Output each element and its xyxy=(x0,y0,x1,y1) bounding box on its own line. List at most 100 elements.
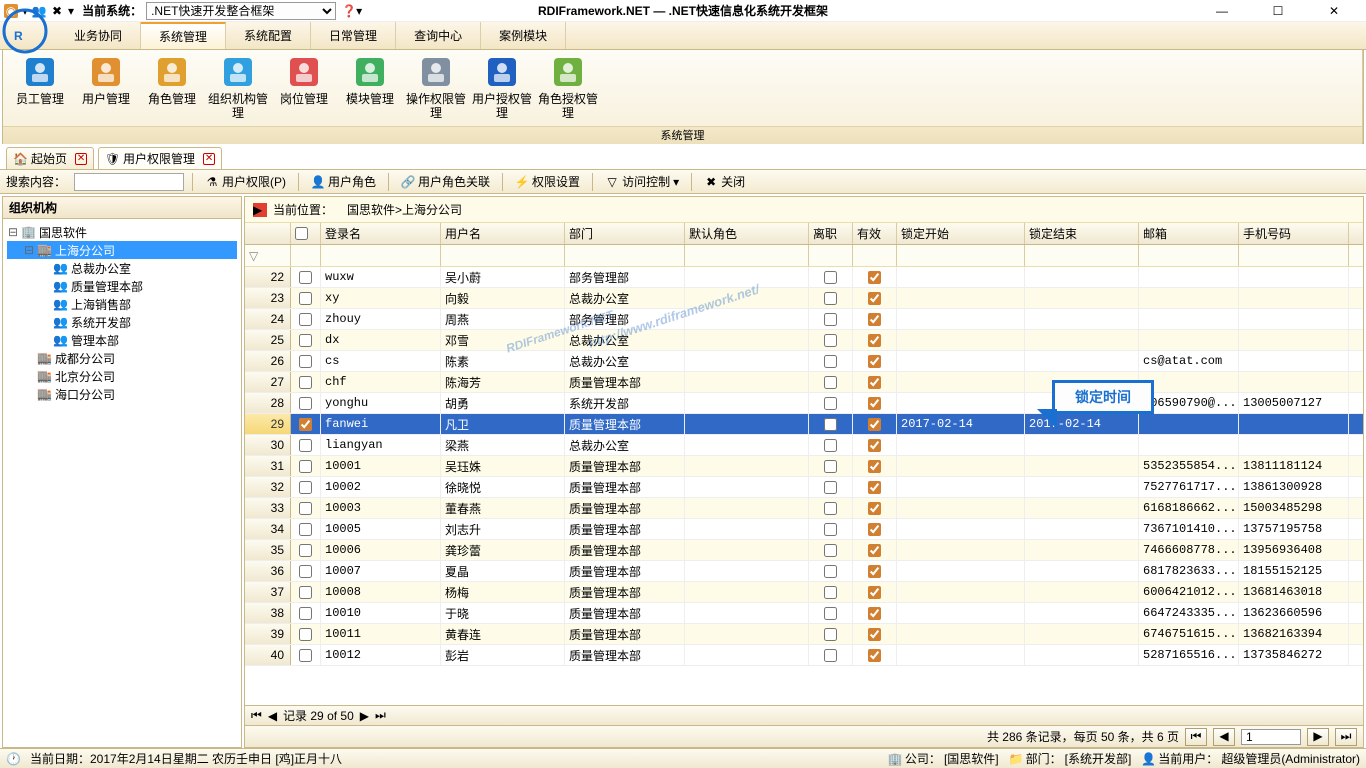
col-header-6[interactable]: 离职 xyxy=(809,223,853,244)
filter-cell-5[interactable] xyxy=(685,245,809,266)
leave-checkbox[interactable] xyxy=(824,418,837,431)
valid-checkbox[interactable] xyxy=(868,481,881,494)
tree-node[interactable]: 👥上海销售部 xyxy=(7,295,237,313)
qa-tools-icon[interactable]: ✖ xyxy=(50,4,64,18)
menu-3[interactable]: 日常管理 xyxy=(311,22,396,49)
leave-checkbox[interactable] xyxy=(824,376,837,389)
valid-checkbox[interactable] xyxy=(868,376,881,389)
row-checkbox[interactable] xyxy=(299,313,312,326)
nav-first-icon[interactable]: ⏮ xyxy=(251,708,262,723)
leave-checkbox[interactable] xyxy=(824,502,837,515)
valid-checkbox[interactable] xyxy=(868,586,881,599)
tool-funnel[interactable]: ▽访问控制 ▾ xyxy=(601,171,683,192)
col-header-9[interactable]: 锁定结束 xyxy=(1025,223,1139,244)
valid-checkbox[interactable] xyxy=(868,460,881,473)
tree-toggle-icon[interactable]: ⊟ xyxy=(23,243,35,257)
valid-checkbox[interactable] xyxy=(868,313,881,326)
row-checkbox[interactable] xyxy=(299,334,312,347)
col-header-0[interactable] xyxy=(245,223,291,244)
tree-node[interactable]: 👥质量管理本部 xyxy=(7,277,237,295)
leave-checkbox[interactable] xyxy=(824,628,837,641)
nav-last-icon[interactable]: ⏭ xyxy=(375,708,386,723)
tree-node[interactable]: 👥总裁办公室 xyxy=(7,259,237,277)
leave-checkbox[interactable] xyxy=(824,607,837,620)
col-header-11[interactable]: 手机号码 xyxy=(1239,223,1349,244)
row-checkbox[interactable] xyxy=(299,628,312,641)
nav-prev-icon[interactable]: ◀ xyxy=(268,709,277,723)
grid-body[interactable]: 22wuxw吴小蔚部务管理部23xy向毅总裁办公室24zhouy周燕部务管理部2… xyxy=(245,267,1363,705)
menu-2[interactable]: 系统配置 xyxy=(226,22,311,49)
row-checkbox[interactable] xyxy=(299,271,312,284)
ribbon-org[interactable]: 组织机构管理 xyxy=(205,52,271,124)
doc-tab-0[interactable]: 🏠起始页✕ xyxy=(6,147,94,169)
filter-cell-2[interactable] xyxy=(321,245,441,266)
filter-cell-3[interactable] xyxy=(441,245,565,266)
pager-page-input[interactable] xyxy=(1241,729,1301,745)
valid-checkbox[interactable] xyxy=(868,418,881,431)
ribbon-role[interactable]: 角色管理 xyxy=(139,52,205,124)
filter-cell-6[interactable] xyxy=(809,245,853,266)
leave-checkbox[interactable] xyxy=(824,460,837,473)
valid-checkbox[interactable] xyxy=(868,523,881,536)
table-row[interactable]: 3710008杨梅质量管理本部6006421012...13681463018 xyxy=(245,582,1363,603)
menu-1[interactable]: 系统管理 xyxy=(141,22,226,49)
nav-next-icon[interactable]: ▶ xyxy=(360,709,369,723)
table-row[interactable]: 3310003董春燕质量管理本部6168186662...15003485298 xyxy=(245,498,1363,519)
tree-node[interactable]: ⊟🏢国思软件 xyxy=(7,223,237,241)
leave-checkbox[interactable] xyxy=(824,586,837,599)
leave-checkbox[interactable] xyxy=(824,313,837,326)
menu-5[interactable]: 案例模块 xyxy=(481,22,566,49)
leave-checkbox[interactable] xyxy=(824,523,837,536)
pager-last[interactable]: ⏭ xyxy=(1335,728,1357,746)
pager-first[interactable]: ⏮ xyxy=(1185,728,1207,746)
row-checkbox[interactable] xyxy=(299,292,312,305)
row-checkbox[interactable] xyxy=(299,502,312,515)
row-checkbox[interactable] xyxy=(299,355,312,368)
table-row[interactable]: 26cs陈素总裁办公室cs@atat.com xyxy=(245,351,1363,372)
table-row[interactable]: 25dx邓雪总裁办公室 xyxy=(245,330,1363,351)
filter-cell-1[interactable] xyxy=(291,245,321,266)
row-checkbox[interactable] xyxy=(299,607,312,620)
valid-checkbox[interactable] xyxy=(868,292,881,305)
tool-link[interactable]: 🔗用户角色关联 xyxy=(397,171,494,192)
tree-toggle-icon[interactable]: ⊟ xyxy=(7,225,19,239)
table-row[interactable]: 29fanwei凡卫质量管理本部2017-02-142017-02-14 xyxy=(245,414,1363,435)
valid-checkbox[interactable] xyxy=(868,334,881,347)
leave-checkbox[interactable] xyxy=(824,649,837,662)
table-row[interactable]: 3910011黄春连质量管理本部6746751615...13682163394 xyxy=(245,624,1363,645)
leave-checkbox[interactable] xyxy=(824,439,837,452)
row-checkbox[interactable] xyxy=(299,544,312,557)
tool-close[interactable]: ✖关闭 xyxy=(700,171,749,192)
valid-checkbox[interactable] xyxy=(868,565,881,578)
col-header-7[interactable]: 有效 xyxy=(853,223,897,244)
doc-tab-1[interactable]: 🛡用户权限管理✕ xyxy=(98,147,222,169)
help-dd[interactable]: ▾ xyxy=(356,4,362,18)
tree-node[interactable]: 👥系统开发部 xyxy=(7,313,237,331)
filter-cell-9[interactable] xyxy=(1025,245,1139,266)
table-row[interactable]: 4010012彭岩质量管理本部5287165516...13735846272 xyxy=(245,645,1363,666)
row-checkbox[interactable] xyxy=(299,460,312,473)
valid-checkbox[interactable] xyxy=(868,607,881,620)
filter-cell-0[interactable]: ▽ xyxy=(245,245,291,266)
row-checkbox[interactable] xyxy=(299,439,312,452)
filter-cell-7[interactable] xyxy=(853,245,897,266)
org-tree[interactable]: ⊟🏢国思软件⊟🏬上海分公司👥总裁办公室👥质量管理本部👥上海销售部👥系统开发部👥管… xyxy=(3,219,241,747)
minimize-button[interactable]: — xyxy=(1204,4,1240,18)
tool-bolt[interactable]: ⚡权限设置 xyxy=(511,171,584,192)
row-checkbox[interactable] xyxy=(299,565,312,578)
tool-filter[interactable]: ⚗用户权限(P) xyxy=(201,171,290,192)
filter-cell-4[interactable] xyxy=(565,245,685,266)
filter-cell-11[interactable] xyxy=(1239,245,1349,266)
valid-checkbox[interactable] xyxy=(868,355,881,368)
table-row[interactable]: 3610007夏晶质量管理本部6817823633...18155152125 xyxy=(245,561,1363,582)
tree-node[interactable]: 👥管理本部 xyxy=(7,331,237,349)
row-checkbox[interactable] xyxy=(299,586,312,599)
row-checkbox[interactable] xyxy=(299,481,312,494)
leave-checkbox[interactable] xyxy=(824,481,837,494)
row-checkbox[interactable] xyxy=(299,418,312,431)
ribbon-staff[interactable]: 员工管理 xyxy=(7,52,73,124)
leave-checkbox[interactable] xyxy=(824,334,837,347)
pager-prev[interactable]: ◀ xyxy=(1213,728,1235,746)
table-row[interactable]: 24zhouy周燕部务管理部 xyxy=(245,309,1363,330)
table-row[interactable]: 22wuxw吴小蔚部务管理部 xyxy=(245,267,1363,288)
